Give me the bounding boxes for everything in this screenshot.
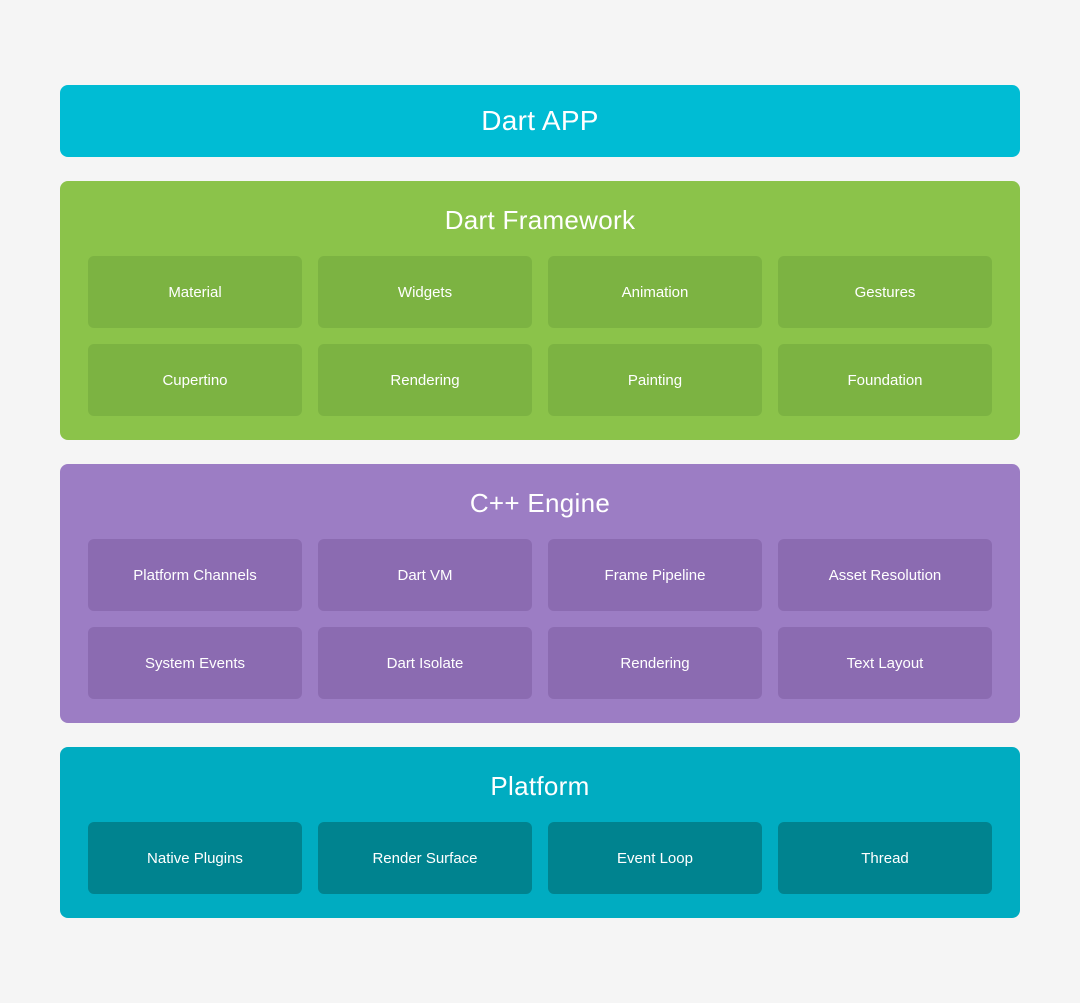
list-item: System Events xyxy=(88,627,302,699)
cpp-engine-title: C++ Engine xyxy=(88,488,992,519)
list-item: Dart Isolate xyxy=(318,627,532,699)
list-item: Frame Pipeline xyxy=(548,539,762,611)
platform-layer: Platform Native Plugins Render Surface E… xyxy=(60,747,1020,918)
list-item: Gestures xyxy=(778,256,992,328)
dart-app-title: Dart APP xyxy=(88,105,992,137)
list-item: Thread xyxy=(778,822,992,894)
list-item: Platform Channels xyxy=(88,539,302,611)
dart-framework-title: Dart Framework xyxy=(88,205,992,236)
list-item: Rendering xyxy=(548,627,762,699)
list-item: Dart VM xyxy=(318,539,532,611)
dart-framework-layer: Dart Framework Material Widgets Animatio… xyxy=(60,181,1020,440)
cpp-engine-grid: Platform Channels Dart VM Frame Pipeline… xyxy=(88,539,992,699)
list-item: Foundation xyxy=(778,344,992,416)
list-item: Render Surface xyxy=(318,822,532,894)
list-item: Native Plugins xyxy=(88,822,302,894)
list-item: Text Layout xyxy=(778,627,992,699)
list-item: Rendering xyxy=(318,344,532,416)
platform-grid: Native Plugins Render Surface Event Loop… xyxy=(88,822,992,894)
list-item: Asset Resolution xyxy=(778,539,992,611)
list-item: Painting xyxy=(548,344,762,416)
cpp-engine-layer: C++ Engine Platform Channels Dart VM Fra… xyxy=(60,464,1020,723)
list-item: Cupertino xyxy=(88,344,302,416)
dart-app-layer: Dart APP xyxy=(60,85,1020,157)
diagram-container: Dart APP Dart Framework Material Widgets… xyxy=(60,53,1020,950)
list-item: Event Loop xyxy=(548,822,762,894)
list-item: Animation xyxy=(548,256,762,328)
dart-framework-grid: Material Widgets Animation Gestures Cupe… xyxy=(88,256,992,416)
platform-title: Platform xyxy=(88,771,992,802)
list-item: Material xyxy=(88,256,302,328)
list-item: Widgets xyxy=(318,256,532,328)
